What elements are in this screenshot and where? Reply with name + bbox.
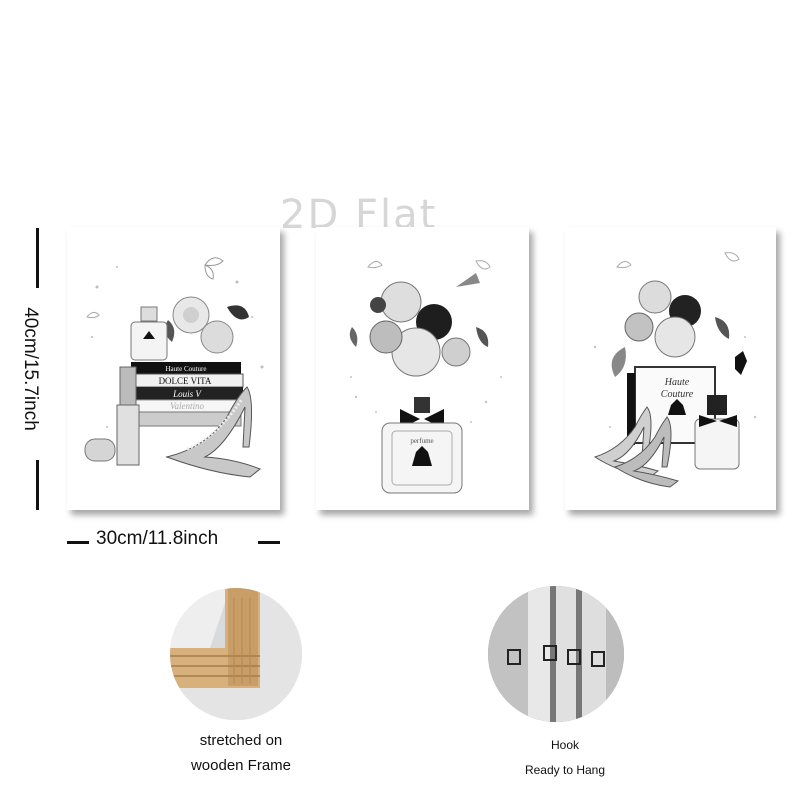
panel-1-artwork: Haute Couture DOLCE VITA Louis V Valenti… xyxy=(84,257,264,478)
book-1-title: Haute Couture xyxy=(165,365,206,373)
hook-caption-line-2: Ready to Hang xyxy=(524,763,606,777)
dimension-line-left xyxy=(67,541,89,544)
hook-photo xyxy=(488,586,624,722)
book-4-title: Valentino xyxy=(170,401,204,411)
fairy-silhouette-icon xyxy=(735,351,747,375)
canvas-panel-2: perfume xyxy=(316,227,529,510)
dimension-line-right xyxy=(258,541,280,544)
frame-caption-line-2: wooden Frame xyxy=(190,757,292,774)
perfume-label: perfume xyxy=(410,437,433,445)
frame-caption-line-1: stretched on xyxy=(199,732,283,749)
panel-2-artwork: perfume xyxy=(349,260,502,494)
book-2-title: DOLCE VITA xyxy=(159,376,212,386)
width-dimension-label: 30cm/11.8inch xyxy=(96,528,219,549)
wooden-frame-photo xyxy=(170,588,302,720)
box-text-line-1: Haute xyxy=(664,377,690,388)
book-3-title: Louis V xyxy=(172,389,202,399)
canvas-panel-3: Haute Couture xyxy=(565,227,776,510)
height-dimension-label: 40cm/15.7inch xyxy=(20,307,41,431)
butterfly-icon xyxy=(204,257,224,280)
panel-3-artwork: Haute Couture xyxy=(593,252,757,488)
canvas-panel-1: Haute Couture DOLCE VITA Louis V Valenti… xyxy=(67,227,280,510)
box-text-line-2: Couture xyxy=(661,389,694,400)
hook-caption-line-1: Hook xyxy=(550,738,579,752)
